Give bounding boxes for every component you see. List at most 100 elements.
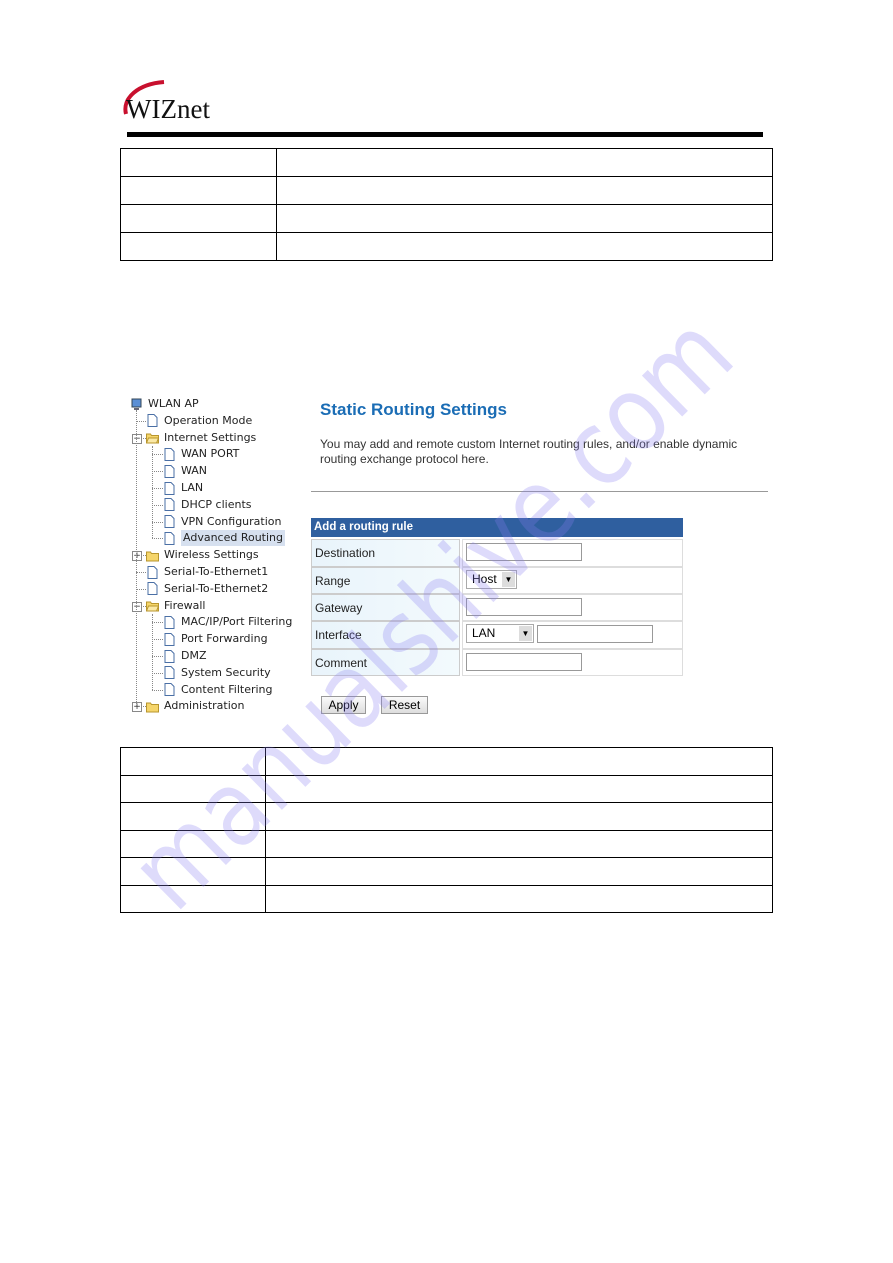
tree-item[interactable]: Wireless Settings xyxy=(146,547,259,563)
range-value: Host xyxy=(472,572,497,586)
range-select[interactable]: Host ▼ xyxy=(466,570,517,589)
top-table-cell xyxy=(276,204,773,233)
tree-item-label: MAC/IP/Port Filtering xyxy=(181,615,293,629)
tree-item-label: WLAN AP xyxy=(148,397,199,410)
tree-item[interactable]: VPN Configuration xyxy=(163,514,281,530)
top-table-cell xyxy=(276,148,773,177)
tree-connector xyxy=(136,410,137,707)
form-header: Add a routing rule xyxy=(311,518,683,537)
tree-item[interactable]: MAC/IP/Port Filtering xyxy=(163,614,292,630)
interface-custom-input[interactable] xyxy=(537,625,653,643)
top-table-cell xyxy=(120,204,277,233)
page-icon xyxy=(164,498,175,512)
tree-item[interactable]: System Security xyxy=(163,665,271,681)
top-table-cell xyxy=(120,176,277,205)
tree-item[interactable]: Port Forwarding xyxy=(163,631,268,647)
tree-item[interactable]: Internet Settings xyxy=(146,430,256,446)
page-icon xyxy=(164,515,175,529)
row-destination: Destination xyxy=(311,539,683,567)
gateway-label: Gateway xyxy=(311,594,460,621)
destination-input[interactable] xyxy=(466,543,582,561)
top-table xyxy=(120,148,773,261)
range-label: Range xyxy=(311,567,460,594)
interface-label: Interface xyxy=(311,621,460,649)
chevron-down-icon: ▼ xyxy=(502,572,515,587)
tree-item-label: VPN Configuration xyxy=(181,514,282,528)
divider xyxy=(311,491,768,492)
folder-icon xyxy=(146,702,159,713)
bottom-table-cell xyxy=(265,829,773,858)
tree-connector xyxy=(152,656,163,657)
bottom-table-cell xyxy=(265,747,773,776)
bottom-table-cell xyxy=(265,884,773,913)
top-table-row xyxy=(120,148,773,177)
gateway-input[interactable] xyxy=(466,598,582,616)
tree-item[interactable]: Serial-To-Ethernet1 xyxy=(146,564,268,580)
tree-item[interactable]: DHCP clients xyxy=(163,497,252,513)
bottom-table-cell xyxy=(120,857,266,886)
tree-connector xyxy=(152,488,163,489)
top-table-row xyxy=(120,176,773,205)
tree-item-label: DMZ xyxy=(181,649,207,662)
tree-item[interactable]: Operation Mode xyxy=(146,413,252,429)
tree-connector xyxy=(152,538,163,540)
tree-connector xyxy=(152,521,163,523)
tree-connector xyxy=(136,588,146,590)
tree-connector xyxy=(152,471,163,473)
tree-item[interactable]: Serial-To-Ethernet2 xyxy=(146,581,268,597)
tree-item-label: LAN xyxy=(181,481,204,494)
tree-connector xyxy=(152,689,163,691)
page-icon xyxy=(147,414,158,428)
collapse-icon[interactable]: − xyxy=(132,601,142,612)
tree-item-label: System Security xyxy=(181,665,271,679)
tree-item[interactable]: WAN xyxy=(163,463,207,479)
bottom-table-cell xyxy=(120,802,266,831)
page-description: You may add and remote custom Internet r… xyxy=(320,437,738,466)
tree-item-label: Advanced Routing xyxy=(181,530,286,547)
expand-icon[interactable]: + xyxy=(132,702,142,713)
tree-item-label: Content Filtering xyxy=(181,682,273,696)
computer-icon xyxy=(131,398,142,410)
expand-icon[interactable]: + xyxy=(132,551,142,562)
top-table-row xyxy=(120,232,773,261)
interface-select[interactable]: LAN ▼ xyxy=(466,624,534,643)
bottom-table-row xyxy=(120,747,773,776)
bottom-table-cell xyxy=(265,857,773,886)
tree-item[interactable]: WLAN AP xyxy=(130,396,199,412)
tree-item[interactable]: Advanced Routing xyxy=(163,530,286,547)
bottom-table-cell xyxy=(120,829,266,858)
tree-connector xyxy=(152,446,153,539)
tree-item-label: Port Forwarding xyxy=(181,632,268,646)
top-table-cell xyxy=(120,232,277,261)
bottom-table-row xyxy=(120,884,773,913)
tree-connector xyxy=(152,639,163,641)
svg-text:WIZnet: WIZnet xyxy=(126,94,210,124)
comment-label: Comment xyxy=(311,649,460,676)
tree-item-label: Serial-To-Ethernet2 xyxy=(164,581,269,595)
page-icon xyxy=(164,481,175,495)
tree-item[interactable]: Content Filtering xyxy=(163,682,273,698)
comment-input[interactable] xyxy=(466,653,582,671)
bottom-table xyxy=(120,747,773,913)
bottom-table-row xyxy=(120,857,773,886)
tree-item[interactable]: Administration xyxy=(146,698,245,714)
tree-item[interactable]: DMZ xyxy=(163,648,207,664)
collapse-icon[interactable]: − xyxy=(132,433,142,444)
tree-connector xyxy=(152,504,163,506)
tree-connector xyxy=(152,622,163,624)
header-rule xyxy=(127,132,763,137)
chevron-down-icon: ▼ xyxy=(519,626,532,641)
row-interface: Interface LAN ▼ xyxy=(311,621,683,649)
tree-item[interactable]: Firewall xyxy=(146,598,205,614)
bottom-table-cell xyxy=(265,774,773,803)
reset-button[interactable]: Reset xyxy=(381,696,428,714)
top-table-row xyxy=(120,204,773,233)
tree-item[interactable]: LAN xyxy=(163,480,203,496)
top-table-cell xyxy=(276,232,773,261)
apply-button[interactable]: Apply xyxy=(321,696,366,714)
bottom-table-row xyxy=(120,802,773,831)
tree-item[interactable]: WAN PORT xyxy=(163,446,239,462)
top-table-cell xyxy=(120,148,277,177)
bottom-table-row xyxy=(120,774,773,803)
folder-open-icon xyxy=(146,433,159,444)
